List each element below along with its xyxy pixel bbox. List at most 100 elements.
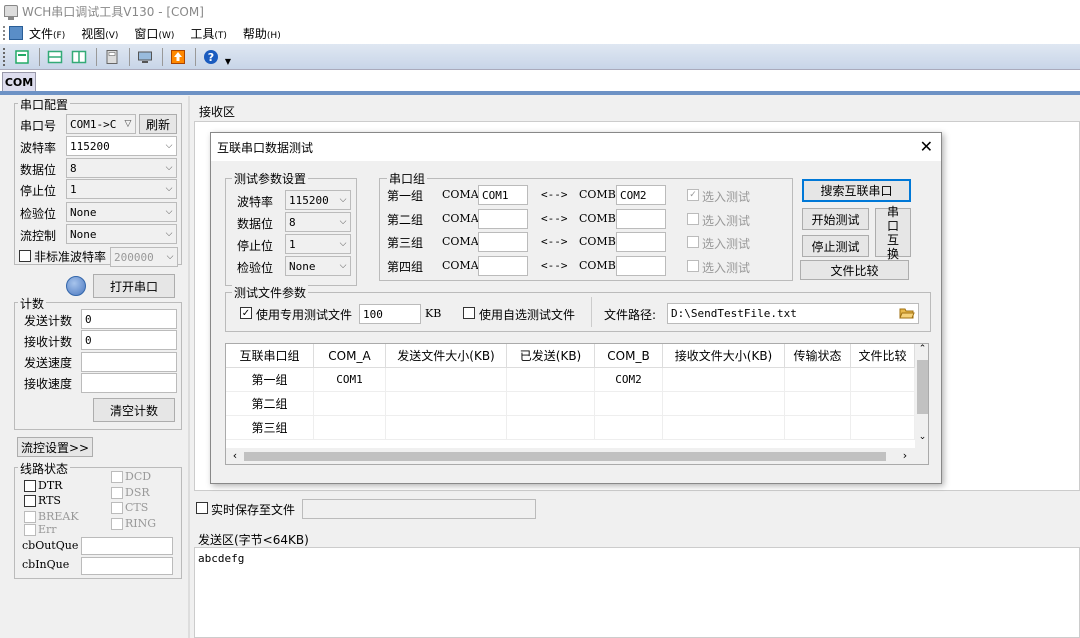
col-header-sent[interactable]: 已发送(KB) (507, 344, 595, 368)
group-3-comb-field[interactable] (616, 232, 666, 252)
recv-speed-field[interactable] (81, 373, 177, 393)
table-cell[interactable] (507, 392, 595, 416)
col-header-com-a[interactable]: COM_A (314, 344, 386, 368)
col-header-recv-size[interactable]: 接收文件大小(KB) (663, 344, 785, 368)
chevron-up-icon[interactable]: ⌃ (915, 344, 928, 358)
swap-ports-button[interactable]: 串口互换 (875, 205, 911, 261)
table-cell[interactable] (507, 416, 595, 440)
search-interconnect-button[interactable]: 搜索互联串口 (802, 179, 911, 202)
col-header-com-b[interactable]: COM_B (595, 344, 663, 368)
baud-select[interactable]: 115200 ⌵ (66, 136, 177, 156)
calculator-icon[interactable] (101, 46, 123, 68)
menu-tools[interactable]: 工具(T) (190, 25, 227, 42)
dtr-checkbox[interactable] (24, 480, 36, 492)
test-file-size-field[interactable]: 100 (359, 304, 421, 324)
nonstd-baud-select[interactable]: 200000 ⌵ (110, 247, 178, 267)
menu-view[interactable]: 视图(V) (81, 25, 118, 42)
table-cell[interactable] (785, 416, 851, 440)
outque-field[interactable] (81, 537, 173, 555)
nonstd-baud-checkbox[interactable] (19, 250, 31, 262)
send-area[interactable]: abcdefg (194, 547, 1080, 638)
flow-control-select[interactable]: None ⌵ (66, 224, 177, 244)
send-speed-field[interactable] (81, 352, 177, 372)
send-count-field[interactable]: 0 (81, 309, 177, 329)
table-cell[interactable] (386, 368, 507, 392)
col-header-status[interactable]: 传输状态 (785, 344, 851, 368)
inque-field[interactable] (81, 557, 173, 575)
table-cell[interactable] (785, 392, 851, 416)
stop-bits-select[interactable]: 1 ⌵ (66, 179, 177, 199)
save-to-file-checkbox[interactable] (196, 502, 208, 514)
table-cell[interactable] (314, 416, 386, 440)
table-cell[interactable] (663, 368, 785, 392)
folder-open-icon[interactable] (899, 306, 915, 323)
tab-com[interactable]: COM (2, 72, 36, 92)
table-cell[interactable] (851, 392, 915, 416)
parity-select[interactable]: None ⌵ (66, 202, 177, 222)
group-1-comb-field[interactable]: COM2 (616, 185, 666, 205)
chevron-left-icon[interactable]: ‹ (228, 449, 242, 464)
port-select[interactable]: COM1->C ▽ (66, 114, 136, 134)
monitor-icon[interactable] (134, 46, 156, 68)
file-path-field[interactable]: D:\SendTestFile.txt (667, 303, 919, 324)
clear-count-button[interactable]: 清空计数 (93, 398, 175, 422)
menu-window[interactable]: 窗口(W) (134, 25, 174, 42)
chevron-down-icon[interactable]: ⌄ (915, 432, 928, 446)
dlg-baud-select[interactable]: 115200 ⌵ (285, 190, 351, 210)
stop-test-button[interactable]: 停止测试 (802, 235, 869, 257)
toolbar-grip[interactable] (3, 47, 7, 66)
dlg-data-select[interactable]: 8 ⌵ (285, 212, 351, 232)
group-4-coma-field[interactable] (478, 256, 528, 276)
table-row[interactable]: 第三组 (226, 416, 314, 440)
col-header-compare[interactable]: 文件比较 (851, 344, 915, 368)
chevron-right-icon[interactable]: › (898, 449, 912, 464)
group-1-coma-field[interactable]: COM1 (478, 185, 528, 205)
table-cell[interactable] (507, 368, 595, 392)
col-header-send-size[interactable]: 发送文件大小(KB) (386, 344, 507, 368)
table-cell[interactable] (595, 416, 663, 440)
open-port-button[interactable]: 打开串口 (93, 274, 175, 298)
close-icon[interactable]: ✕ (920, 137, 933, 156)
upload-icon[interactable] (167, 46, 189, 68)
table-row[interactable]: 第一组 (226, 368, 314, 392)
table-cell[interactable]: COM2 (595, 368, 663, 392)
menu-help[interactable]: 帮助(H) (243, 25, 281, 42)
toolbar-overflow-icon[interactable]: ▼ (224, 48, 232, 66)
table-row[interactable]: 第二组 (226, 392, 314, 416)
flow-settings-button[interactable]: 流控设置>> (17, 437, 93, 457)
use-dedicated-file-checkbox[interactable]: ✓ (240, 307, 252, 319)
vertical-scrollbar[interactable]: ⌃ ⌄ (915, 344, 928, 448)
group-4-comb-field[interactable] (616, 256, 666, 276)
table-cell[interactable] (663, 416, 785, 440)
start-test-button[interactable]: 开始测试 (802, 208, 869, 230)
table-cell[interactable] (595, 392, 663, 416)
table-cell[interactable] (663, 392, 785, 416)
table-cell[interactable] (851, 368, 915, 392)
recv-count-field[interactable]: 0 (81, 330, 177, 350)
scrollbar-thumb[interactable] (244, 452, 886, 461)
col-header-group[interactable]: 互联串口组 (226, 344, 314, 368)
scrollbar-thumb[interactable] (917, 360, 928, 414)
use-custom-file-checkbox[interactable] (463, 307, 475, 319)
table-cell[interactable] (386, 392, 507, 416)
new-window-icon[interactable] (11, 46, 33, 68)
dlg-parity-select[interactable]: None ⌵ (285, 256, 351, 276)
help-icon[interactable]: ? (200, 46, 222, 68)
panel-splitter[interactable] (188, 96, 190, 638)
rts-checkbox[interactable] (24, 495, 36, 507)
menu-file[interactable]: 文件(F) (29, 25, 65, 42)
refresh-button[interactable]: 刷新 (139, 114, 177, 134)
table-cell[interactable]: COM1 (314, 368, 386, 392)
dlg-stop-select[interactable]: 1 ⌵ (285, 234, 351, 254)
group-3-coma-field[interactable] (478, 232, 528, 252)
table-cell[interactable] (851, 416, 915, 440)
table-cell[interactable] (785, 368, 851, 392)
group-2-comb-field[interactable] (616, 209, 666, 229)
split-vertical-icon[interactable] (68, 46, 90, 68)
split-horizontal-icon[interactable] (44, 46, 66, 68)
data-bits-select[interactable]: 8 ⌵ (66, 158, 177, 178)
save-file-path-field[interactable] (302, 499, 536, 519)
compare-files-button[interactable]: 文件比较 (800, 260, 909, 280)
horizontal-scrollbar[interactable]: ‹ › (226, 448, 928, 464)
group-2-coma-field[interactable] (478, 209, 528, 229)
